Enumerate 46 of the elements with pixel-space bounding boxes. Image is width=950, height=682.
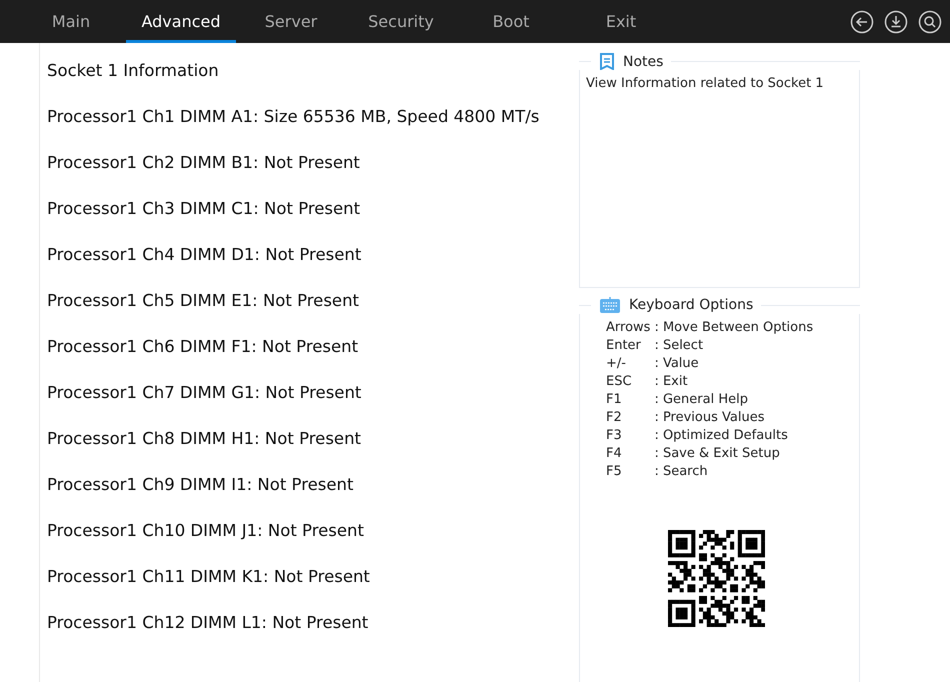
info-line: Processor1 Ch10 DIMM J1: Not Present bbox=[47, 520, 365, 541]
key-name: F5 bbox=[606, 464, 623, 480]
key-name: F2 bbox=[606, 410, 623, 426]
key-action: : General Help bbox=[654, 392, 749, 408]
info-line: Processor1 Ch9 DIMM I1: Not Present bbox=[47, 474, 354, 495]
nav-tab[interactable]: Boot bbox=[456, 0, 566, 43]
info-line: Processor1 Ch8 DIMM H1: Not Present bbox=[47, 428, 362, 449]
bookmark-icon bbox=[599, 53, 615, 70]
key-action: : Optimized Defaults bbox=[654, 428, 789, 444]
notes-text: View Information related to Socket 1 bbox=[586, 76, 825, 91]
info-line: Processor1 Ch3 DIMM C1: Not Present bbox=[47, 198, 362, 219]
key-name: +/- bbox=[606, 356, 627, 372]
nav-tab[interactable]: Exit bbox=[566, 0, 676, 43]
key-name: F1 bbox=[606, 392, 623, 408]
notes-title: Notes bbox=[623, 54, 664, 70]
key-name: Arrows bbox=[606, 320, 650, 336]
key-action: : Search bbox=[654, 464, 709, 480]
nav-tab[interactable]: Advanced bbox=[126, 0, 236, 43]
info-line: Processor1 Ch12 DIMM L1: Not Present bbox=[47, 612, 370, 633]
info-line: Processor1 Ch2 DIMM B1: Not Present bbox=[47, 152, 361, 173]
key-action: : Exit bbox=[654, 374, 689, 390]
info-line: Processor1 Ch6 DIMM F1: Not Present bbox=[47, 336, 360, 357]
nav-tab[interactable]: Server bbox=[236, 0, 346, 43]
info-line: Processor1 Ch1 DIMM A1: Size 65536 MB, Speed 4800 MT/s bbox=[47, 106, 540, 127]
key-name: ESC bbox=[606, 374, 633, 390]
info-line: Processor1 Ch5 DIMM E1: Not Present bbox=[47, 290, 360, 311]
download-icon[interactable] bbox=[884, 10, 908, 34]
keyboard-title: Keyboard Options bbox=[629, 297, 754, 313]
nav-tab[interactable]: Security bbox=[346, 0, 456, 43]
back-icon[interactable] bbox=[850, 10, 874, 34]
key-action: : Previous Values bbox=[654, 410, 766, 426]
nav-tab[interactable]: Main bbox=[16, 0, 126, 43]
info-line: Processor1 Ch7 DIMM G1: Not Present bbox=[47, 382, 362, 403]
info-line: Processor1 Ch4 DIMM D1: Not Present bbox=[47, 244, 362, 265]
keyboard-icon bbox=[599, 296, 621, 314]
key-action: : Value bbox=[654, 356, 700, 372]
key-name: Enter bbox=[606, 338, 642, 354]
search-icon[interactable] bbox=[918, 10, 942, 34]
key-name: F4 bbox=[606, 446, 623, 462]
key-name: F3 bbox=[606, 428, 623, 444]
info-line: Socket 1 Information bbox=[47, 60, 220, 81]
key-action: : Save & Exit Setup bbox=[654, 446, 781, 462]
key-action: : Move Between Options bbox=[654, 320, 814, 336]
qr-code-icon bbox=[668, 530, 765, 627]
info-line: Processor1 Ch11 DIMM K1: Not Present bbox=[47, 566, 371, 587]
key-action: : Select bbox=[654, 338, 704, 354]
